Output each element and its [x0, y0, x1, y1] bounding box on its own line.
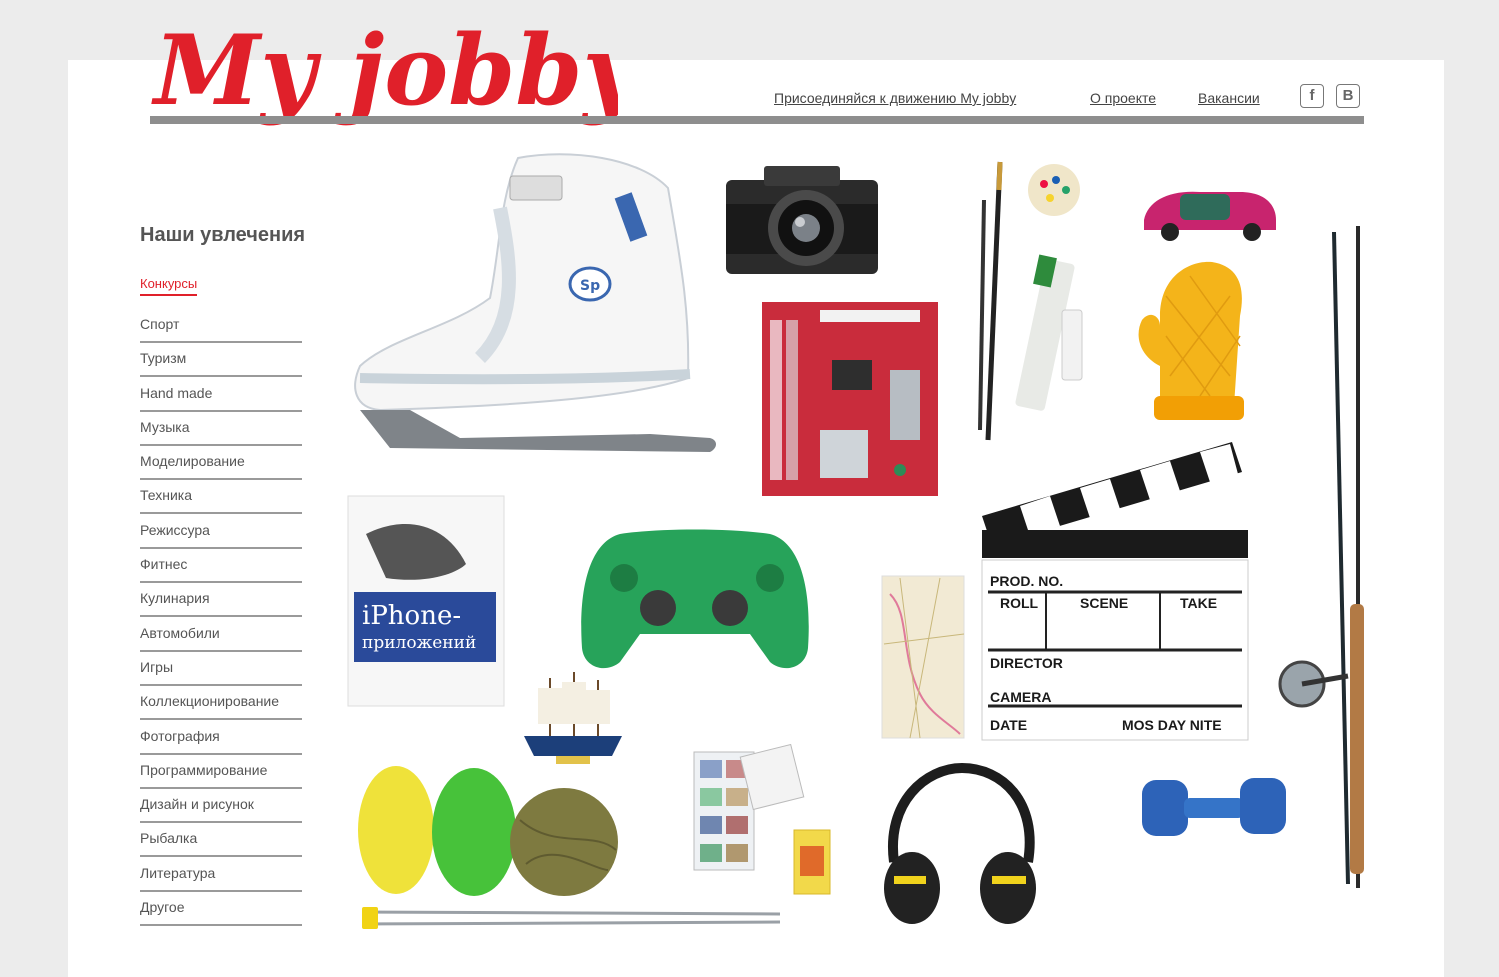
- clapper-roll: ROLL: [1000, 595, 1039, 611]
- iphone-book-image[interactable]: iPhone- приложений: [346, 494, 506, 708]
- camera-image[interactable]: [722, 160, 882, 278]
- sidebar-item-design[interactable]: Дизайн и рисунок: [140, 790, 302, 824]
- sidebar-item-music[interactable]: Музыка: [140, 413, 302, 446]
- sidebar-item-tourism[interactable]: Туризм: [140, 344, 302, 378]
- headphones-image[interactable]: [876, 762, 1044, 930]
- hobby-menu: Спорт Туризм Hand made Музыка Моделирова…: [140, 310, 302, 927]
- nav-join-link[interactable]: Присоединяйся к движению My jobby: [774, 90, 1016, 106]
- paint-brushes-image[interactable]: [970, 160, 1090, 450]
- vkontakte-icon[interactable]: B: [1336, 84, 1360, 108]
- nav-vacancies-link[interactable]: Вакансии: [1198, 90, 1260, 106]
- sidebar-item-handmade[interactable]: Hand made: [140, 379, 302, 412]
- skate-logo: Sp: [580, 278, 600, 294]
- clapperboard-image[interactable]: PROD. NO. ROLL SCENE TAKE DIRECTOR CAMER…: [980, 436, 1250, 742]
- clapper-mos-day-nite: MOS DAY NITE: [1122, 717, 1222, 733]
- map-image[interactable]: [880, 574, 966, 740]
- logo[interactable]: My jobby: [148, 12, 618, 132]
- sidebar-item-games[interactable]: Игры: [140, 653, 302, 686]
- clapper-take: TAKE: [1180, 595, 1217, 611]
- sidebar-item-literature[interactable]: Литература: [140, 859, 302, 892]
- oven-mitt-image[interactable]: [1130, 256, 1254, 422]
- sidebar-item-technics[interactable]: Техника: [140, 481, 302, 515]
- sidebar-item-sport[interactable]: Спорт: [140, 310, 302, 343]
- sidebar-item-fishing[interactable]: Рыбалка: [140, 824, 302, 858]
- motherboard-image[interactable]: [760, 300, 940, 498]
- clapper-camera: CAMERA: [990, 689, 1051, 705]
- toy-car-image[interactable]: [1140, 180, 1280, 246]
- clapper-scene: SCENE: [1080, 595, 1128, 611]
- logo-text: My jobby: [151, 14, 618, 127]
- ship-model-image[interactable]: [516, 668, 630, 768]
- sidebar-item-directing[interactable]: Режиссура: [140, 516, 302, 549]
- sidebar-item-collecting[interactable]: Коллекционирование: [140, 687, 302, 721]
- facebook-icon[interactable]: f: [1300, 84, 1324, 108]
- sidebar-item-cooking[interactable]: Кулинария: [140, 584, 302, 618]
- ice-skate-image[interactable]: Sp: [350, 148, 720, 466]
- gamepad-image[interactable]: [580, 528, 812, 672]
- clapper-director: DIRECTOR: [990, 655, 1063, 671]
- sidebar-item-modeling[interactable]: Моделирование: [140, 447, 302, 481]
- sidebar-item-programming[interactable]: Программирование: [140, 756, 302, 789]
- sidebar-title: Наши увлечения: [140, 224, 306, 246]
- sidebar-item-fitness[interactable]: Фитнес: [140, 550, 302, 584]
- stamp-card-image[interactable]: [792, 828, 832, 896]
- sidebar-item-photography[interactable]: Фотография: [140, 722, 302, 755]
- sidebar-item-other[interactable]: Другое: [140, 893, 302, 927]
- dumbbell-image[interactable]: [1140, 772, 1290, 842]
- book-title-line2: приложений: [362, 633, 476, 653]
- nav-about-link[interactable]: О проекте: [1090, 90, 1156, 106]
- sidebar-item-cars[interactable]: Автомобили: [140, 619, 302, 652]
- clapper-prod-no: PROD. NO.: [990, 573, 1063, 589]
- sidebar-item-contests[interactable]: Конкурсы: [140, 276, 198, 296]
- clapper-date: DATE: [990, 717, 1027, 733]
- header-divider: [150, 116, 1364, 124]
- book-title-line1: iPhone-: [362, 601, 461, 631]
- yarn-balls-image[interactable]: [354, 760, 626, 900]
- knitting-needles-image[interactable]: [360, 904, 784, 932]
- stamps-image[interactable]: [690, 744, 808, 874]
